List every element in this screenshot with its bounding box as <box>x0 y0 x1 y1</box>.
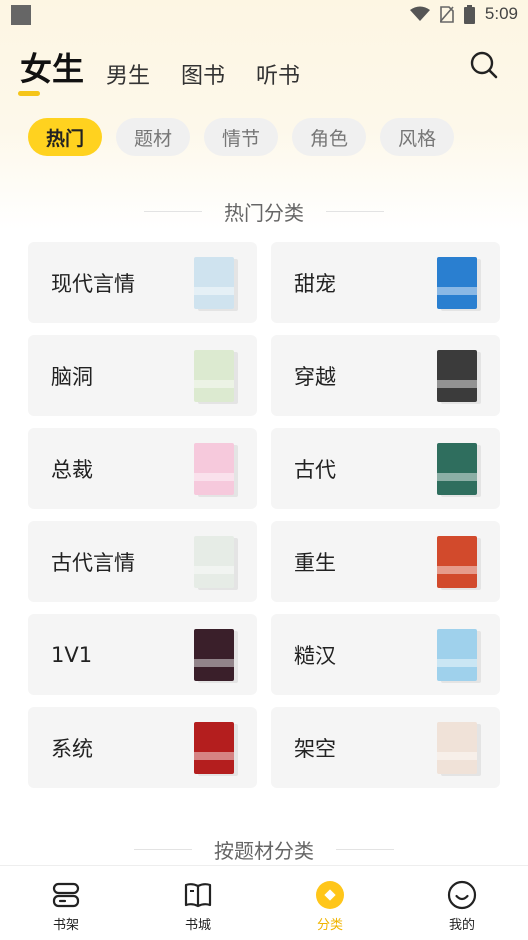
category-label: 总裁 <box>51 457 93 482</box>
book-cover-thumbnail <box>437 257 477 309</box>
category-card[interactable]: 脑洞 <box>28 335 257 416</box>
book-cover-thumbnail <box>194 443 234 495</box>
book-cover-thumbnail <box>437 443 477 495</box>
tab-male[interactable]: 男生 <box>106 58 150 90</box>
category-card[interactable]: 穿越 <box>271 335 500 416</box>
chip-hot[interactable]: 热门 <box>28 118 103 156</box>
category-label: 重生 <box>294 550 336 575</box>
nav-bookstore[interactable]: 书城 <box>132 866 264 940</box>
nav-label: 书架 <box>52 918 79 933</box>
book-cover-thumbnail <box>194 629 234 681</box>
nav-profile[interactable]: 我的 <box>396 866 528 940</box>
chip-role[interactable]: 角色 <box>292 118 367 156</box>
section-title: 按题材分类 <box>214 839 314 863</box>
nav-label: 书城 <box>184 918 211 933</box>
category-card[interactable]: 架空 <box>271 707 500 788</box>
category-label: 甜宠 <box>294 271 336 296</box>
book-cover-thumbnail <box>194 257 234 309</box>
bottom-nav: 书架 书城 分类 我的 <box>0 865 528 940</box>
category-label: 脑洞 <box>51 364 93 389</box>
chip-theme[interactable]: 题材 <box>116 118 191 156</box>
category-label: 穿越 <box>294 364 336 389</box>
category-label: 古代言情 <box>51 550 135 575</box>
section-header-theme: 按题材分类 <box>0 835 528 864</box>
wifi-icon <box>409 6 430 21</box>
book-cover-thumbnail <box>194 350 234 402</box>
category-label: 1V1 <box>51 642 93 667</box>
chip-style[interactable]: 风格 <box>380 118 455 156</box>
header-background <box>0 0 528 230</box>
category-card[interactable]: 现代言情 <box>28 242 257 323</box>
status-time: 5:09 <box>484 4 518 23</box>
divider <box>134 849 192 850</box>
divider <box>144 211 202 212</box>
divider <box>336 849 394 850</box>
category-card[interactable]: 重生 <box>271 521 500 602</box>
category-card[interactable]: 古代 <box>271 428 500 509</box>
book-cover-thumbnail <box>437 536 477 588</box>
tab-books[interactable]: 图书 <box>181 58 225 90</box>
category-label: 古代 <box>294 457 336 482</box>
category-card[interactable]: 总裁 <box>28 428 257 509</box>
search-icon[interactable] <box>470 51 498 79</box>
book-cover-thumbnail <box>194 722 234 774</box>
tab-female[interactable]: 女生 <box>20 44 84 90</box>
category-card[interactable]: 古代言情 <box>28 521 257 602</box>
book-cover-thumbnail <box>437 629 477 681</box>
nav-bookshelf[interactable]: 书架 <box>0 866 132 940</box>
notification-icon <box>11 5 31 25</box>
category-grid: 现代言情 甜宠脑洞 穿越总裁 古代古代言情 重生 1V1 糙汉系统 架空 <box>28 242 500 788</box>
battery-icon <box>463 4 475 24</box>
category-label: 糙汉 <box>294 643 336 668</box>
category-icon <box>316 881 344 909</box>
book-cover-thumbnail <box>437 350 477 402</box>
category-card[interactable]: 系统 <box>28 707 257 788</box>
nav-label: 分类 <box>316 918 343 933</box>
nav-label: 我的 <box>448 918 475 933</box>
bookshelf-icon <box>52 882 80 908</box>
filter-chips: 热门 题材 情节 角色 风格 <box>28 118 455 156</box>
divider <box>326 211 384 212</box>
header-tabs: 女生 男生 图书 听书 <box>20 44 331 90</box>
category-label: 现代言情 <box>51 271 135 296</box>
category-label: 架空 <box>294 736 336 761</box>
book-cover-thumbnail <box>437 722 477 774</box>
tab-audiobooks[interactable]: 听书 <box>256 58 300 90</box>
section-header-hot: 热门分类 <box>0 197 528 226</box>
book-icon <box>184 883 212 908</box>
category-card[interactable]: 糙汉 <box>271 614 500 695</box>
category-label: 系统 <box>51 736 93 761</box>
category-card[interactable]: 甜宠 <box>271 242 500 323</box>
nav-category[interactable]: 分类 <box>264 866 396 940</box>
status-bar: 5:09 <box>0 0 528 32</box>
category-card[interactable]: 1V1 <box>28 614 257 695</box>
sim-icon <box>439 5 454 23</box>
profile-icon <box>447 880 477 910</box>
chip-plot[interactable]: 情节 <box>204 118 279 156</box>
active-tab-indicator <box>18 91 40 96</box>
book-cover-thumbnail <box>194 536 234 588</box>
section-title: 热门分类 <box>224 201 304 225</box>
